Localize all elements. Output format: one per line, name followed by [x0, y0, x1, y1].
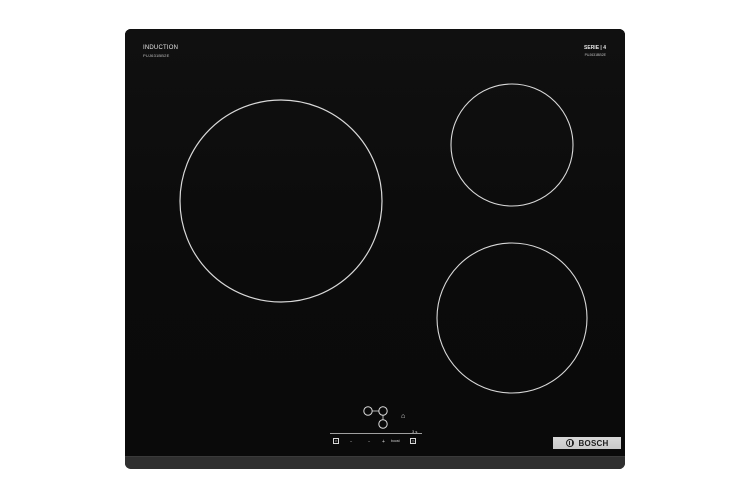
induction-cooktop: INDUCTION PUJ631BB2E SERIE | 4 PUJ631BB2…	[125, 29, 625, 469]
plus-button[interactable]: +	[382, 438, 385, 446]
model-label-right: PUJ631BB2E	[584, 53, 606, 57]
induction-label: INDUCTION	[143, 45, 179, 51]
model-label-left: PUJ631BB2E	[143, 53, 170, 59]
boost-label: boost	[391, 439, 400, 444]
timer-button[interactable]: ◷	[410, 438, 416, 444]
series-label: SERIE | 4	[584, 45, 606, 51]
brand-name: BOSCH	[578, 438, 609, 448]
bosch-logo-icon	[565, 439, 574, 447]
minus-label: −	[350, 439, 353, 444]
plus-label: +	[382, 438, 385, 445]
power-level-separator: −	[368, 438, 370, 446]
cooktop-right-label: SERIE | 4 PUJ631BB2E	[584, 45, 606, 57]
separator-label: −	[368, 439, 371, 444]
boost-button[interactable]: boost	[391, 438, 400, 446]
bosch-brand-plate: BOSCH	[553, 437, 621, 449]
cooktop-left-label: INDUCTION PUJ631BB2E	[143, 45, 178, 59]
cooktop-bottom-frame	[125, 456, 625, 469]
power-button[interactable]: ⏻	[333, 438, 339, 444]
minus-button[interactable]: −	[350, 438, 352, 446]
power-icon: ⏻	[334, 438, 338, 443]
cooktop-glass-surface	[125, 29, 625, 457]
touch-control-strip: ⏻ − − + boost ◷	[330, 433, 422, 448]
timer-icon: ◷	[411, 438, 415, 443]
child-lock-icon[interactable]: ⌂	[401, 413, 407, 421]
